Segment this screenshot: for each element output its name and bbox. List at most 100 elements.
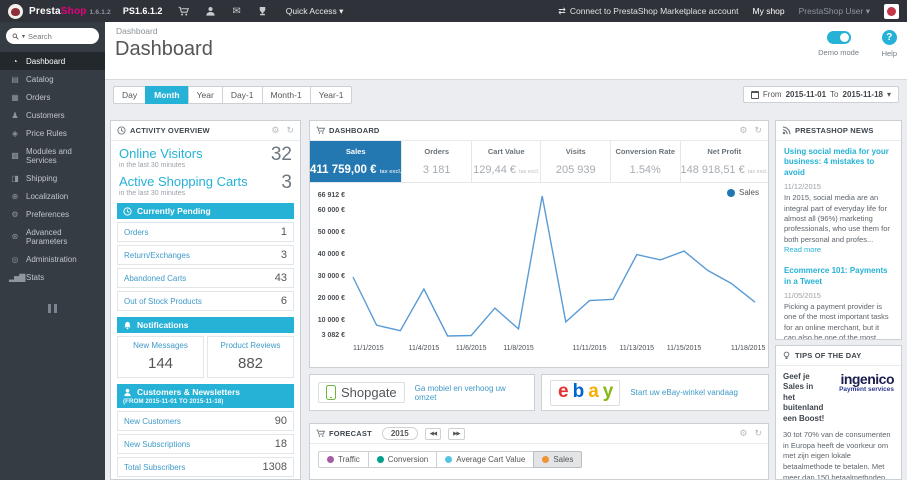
date-to-value: 2015-11-18 — [842, 90, 883, 99]
connect-marketplace-link[interactable]: ⇄ Connect to PrestaShop Marketplace accou… — [558, 6, 738, 17]
sidebar-item-customers[interactable]: ♟ Customers — [0, 106, 105, 124]
news-article-title[interactable]: Ecommerce 101: Payments in a Tweet — [784, 266, 893, 287]
kpi-tile-cart-value[interactable]: Cart Value 129,44 € tax excl. — [472, 141, 542, 182]
pending-row-link[interactable]: Out of Stock Products — [124, 297, 202, 306]
search-scope-caret-icon[interactable]: ▾ — [22, 33, 25, 40]
customer-row-link[interactable]: Total Subscribers — [124, 463, 185, 472]
gear-icon[interactable]: ⚙ — [739, 126, 747, 135]
forecast-legend-item[interactable]: Traffic — [318, 451, 369, 468]
customer-row-link[interactable]: New Customers — [124, 417, 181, 426]
pending-row-value: 3 — [280, 249, 287, 261]
customers-icon[interactable] — [205, 6, 216, 17]
pause-icon — [54, 304, 57, 313]
collapse-menu-control[interactable] — [0, 300, 105, 318]
kpi-tile-sales[interactable]: Sales 411 759,00 € tax excl. — [310, 141, 403, 182]
user-menu[interactable]: PrestaShop User ▾ — [799, 6, 870, 17]
prestashop-logo-icon[interactable] — [8, 3, 23, 19]
sidebar-item-catalog[interactable]: ▤ Catalog — [0, 70, 105, 88]
range-preset-day-1[interactable]: Day-1 — [221, 86, 263, 104]
customers-newsletters-header: Customers & Newsletters (FROM 2015-11-01… — [117, 384, 294, 408]
gear-icon[interactable]: ⚙ — [271, 126, 279, 135]
pending-row-value: 6 — [280, 295, 287, 307]
my-shop-link[interactable]: My shop — [753, 6, 785, 16]
brand-version: 1.6.1.2 — [89, 8, 111, 16]
read-more-link[interactable]: Read more — [784, 245, 821, 254]
kpi-tile-net-profit[interactable]: Net Profit 148 918,51 € tax excl. — [681, 141, 768, 182]
kpi-note: tax excl. — [519, 169, 540, 175]
user-avatar[interactable] — [884, 3, 899, 19]
active-carts-link[interactable]: Active Shopping Carts — [119, 174, 292, 189]
kpi-value-text: 1.54% — [629, 164, 661, 176]
sidebar-item-dashboard[interactable]: ◔ Dashboard — [0, 52, 105, 70]
online-visitors-link[interactable]: Online Visitors — [119, 146, 292, 161]
forecast-prev-button[interactable]: ◀◀ — [424, 427, 442, 440]
ingenico-brand-sub: Payment services — [839, 386, 894, 393]
currently-pending-header: Currently Pending — [117, 203, 294, 219]
kpi-tile-conversion-rate[interactable]: Conversion Rate 1.54% — [611, 141, 681, 182]
page-title: Dashboard — [115, 38, 213, 60]
forecast-next-button[interactable]: ▶▶ — [448, 427, 465, 440]
localization-icon: ⊕ — [11, 191, 19, 201]
forecast-legend-label: Conversion — [387, 455, 429, 464]
online-visitors-value: 32 — [270, 144, 292, 165]
ebay-logo[interactable]: ebay — [550, 379, 621, 406]
range-preset-year[interactable]: Year — [187, 86, 223, 104]
range-preset-year-1[interactable]: Year-1 — [309, 86, 353, 104]
sidebar-item-advanced-parameters[interactable]: ⊛ Advanced Parameters — [0, 223, 105, 250]
forecast-legend-item[interactable]: Conversion — [367, 451, 438, 468]
pending-row-link[interactable]: Return/Exchanges — [124, 251, 190, 260]
search-input[interactable] — [28, 31, 87, 41]
panel-title: PRESTASHOP NEWS — [795, 126, 874, 135]
sidebar-item-orders[interactable]: ▦ Orders — [0, 88, 105, 106]
kpi-value: 3 181 — [402, 164, 471, 176]
sidebar-item-administration[interactable]: ◎ Administration — [0, 250, 105, 268]
sidebar-item-localization[interactable]: ⊕ Localization — [0, 187, 105, 205]
range-preset-month[interactable]: Month — [145, 86, 189, 104]
y-axis: 3 082 € 10 000 € 20 000 € 30 000 € 40 000 € 5… — [310, 183, 347, 367]
refresh-icon[interactable]: ↻ — [286, 126, 294, 135]
customer-row-link[interactable]: New Subscriptions — [124, 440, 190, 449]
kpi-tile-orders[interactable]: Orders 3 181 — [402, 141, 472, 182]
forecast-legend-label: Average Cart Value — [456, 455, 526, 464]
shopgate-logo[interactable]: Shopgate — [318, 382, 405, 403]
forecast-year[interactable]: 2015 — [381, 427, 418, 440]
connect-label: Connect to PrestaShop Marketplace accoun… — [569, 6, 739, 16]
sidebar-item-modules-and-services[interactable]: ▩ Modules and Services — [0, 142, 105, 169]
notification-link[interactable]: New Messages — [120, 341, 201, 350]
refresh-icon[interactable]: ↻ — [754, 429, 762, 438]
refresh-icon[interactable]: ↻ — [754, 126, 762, 135]
sidebar-item-shipping[interactable]: ◨ Shipping — [0, 169, 105, 187]
sidebar-item-stats[interactable]: ▂▅▇ Stats — [0, 268, 105, 286]
sidebar-item-price-rules[interactable]: ◈ Price Rules — [0, 124, 105, 142]
notification-value: 882 — [237, 355, 264, 372]
tips-of-the-day-panel: TIPS OF THE DAY Geef je Sales in het bui… — [775, 345, 902, 480]
notification-link[interactable]: Product Reviews — [210, 341, 291, 350]
trophy-icon[interactable] — [257, 6, 268, 17]
forecast-legend-item[interactable]: Average Cart Value — [436, 451, 535, 468]
quick-access-menu[interactable]: Quick Access ▾ — [286, 6, 344, 17]
help-icon[interactable]: ? — [881, 30, 897, 45]
demo-mode-toggle[interactable] — [826, 31, 851, 44]
active-carts-value: 3 — [281, 172, 292, 193]
help-control[interactable]: ? Help — [882, 30, 897, 58]
forecast-legend-item[interactable]: Sales — [533, 451, 583, 468]
x-axis-tick-label: 11/11/2015 — [572, 345, 607, 352]
kpi-value: 411 759,00 € tax excl. — [310, 164, 401, 176]
ebay-letter: y — [602, 380, 614, 402]
date-range-picker[interactable]: From 2015-11-01 To 2015-11-18 ▾ — [742, 86, 899, 103]
messages-icon[interactable]: ✉ — [232, 6, 240, 17]
gear-icon[interactable]: ⚙ — [739, 429, 747, 438]
range-preset-month-1[interactable]: Month-1 — [261, 86, 311, 104]
sidebar-item-preferences[interactable]: ⚙ Preferences — [0, 205, 105, 223]
range-preset-day[interactable]: Day — [113, 86, 147, 104]
sidebar-search[interactable]: ▾ — [6, 28, 99, 44]
cart-icon[interactable] — [178, 6, 190, 17]
kpi-tile-visits[interactable]: Visits 205 939 — [541, 141, 611, 182]
news-article-title[interactable]: Using social media for your business: 4 … — [784, 147, 893, 178]
shopgate-link[interactable]: Ga mobiel en verhoog uw omzet — [415, 384, 526, 402]
pending-row-link[interactable]: Abandoned Carts — [124, 274, 186, 283]
kpi-note: tax excl. — [747, 169, 768, 175]
ebay-link[interactable]: Start uw eBay-winkel vandaag — [630, 388, 738, 397]
pending-row-link[interactable]: Orders — [124, 228, 148, 237]
date-to-label: To — [830, 90, 839, 99]
